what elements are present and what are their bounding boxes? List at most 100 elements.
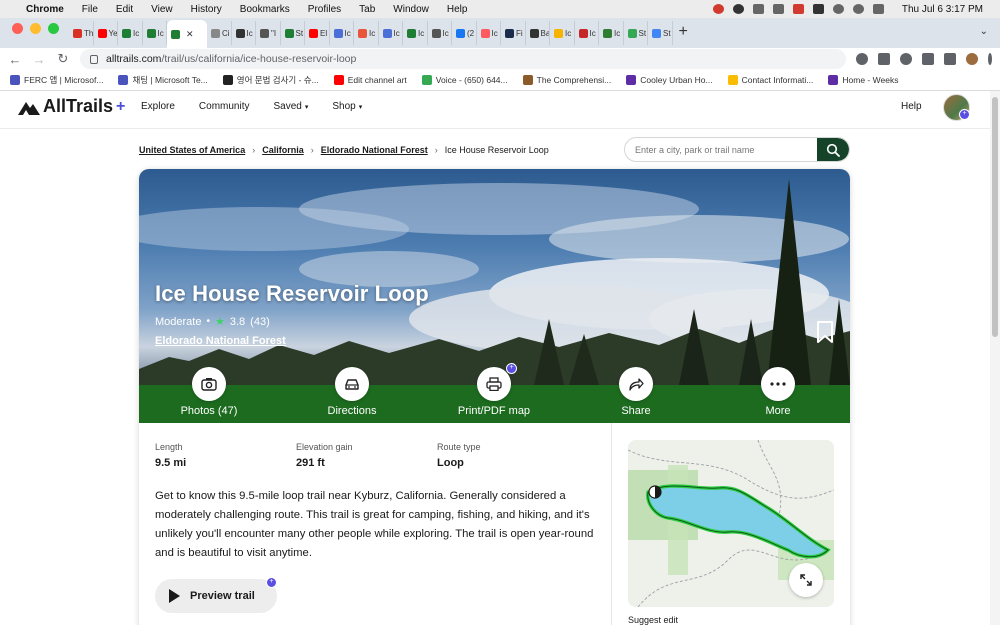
close-window-button[interactable] [12, 22, 23, 34]
bookmark-icon[interactable] [816, 321, 834, 343]
zoom-window-button[interactable] [48, 22, 59, 34]
new-tab-button[interactable]: + [679, 18, 688, 48]
print-map-action[interactable]: + Print/PDF map [439, 363, 549, 417]
browser-tab[interactable]: Fi [501, 21, 526, 45]
share-page-icon[interactable] [878, 53, 890, 65]
nav-shop[interactable]: Shop ▾ [332, 101, 362, 112]
browser-tab[interactable]: Ic [575, 21, 599, 45]
search-input[interactable] [635, 141, 815, 159]
extensions-icon[interactable] [922, 53, 934, 65]
tab-search-icon[interactable]: ⌄ [980, 18, 988, 48]
browser-tab[interactable]: Ye [94, 21, 118, 45]
bookmark-item[interactable]: Cooley Urban Ho... [626, 75, 713, 85]
browser-tab[interactable]: St [281, 21, 305, 45]
browser-tab[interactable]: (2 [452, 21, 477, 45]
tab-favicon-icon [382, 28, 392, 38]
breadcrumb-country[interactable]: United States of America [139, 145, 245, 155]
tab-label: Th [84, 28, 94, 38]
back-button[interactable]: ← [8, 52, 22, 67]
browser-tab[interactable]: El [305, 21, 330, 45]
browser-tab[interactable]: St [624, 21, 648, 45]
search-button[interactable] [817, 138, 849, 161]
browser-tab[interactable]: Ic [354, 21, 379, 45]
menu-clock[interactable]: Thu Jul 6 3:17 PM [893, 4, 992, 15]
nav-community[interactable]: Community [199, 101, 250, 112]
menu-tab[interactable]: Tab [350, 4, 384, 15]
bluetooth-icon[interactable] [772, 4, 784, 14]
reload-button[interactable]: ↻ [56, 51, 70, 67]
bookmark-item[interactable]: 채팅 | Microsoft Te... [118, 74, 208, 86]
menu-window[interactable]: Window [384, 4, 438, 15]
browser-tab[interactable]: Ic [428, 21, 452, 45]
tab-label: St [295, 28, 304, 38]
browser-tab[interactable]: Ic [599, 21, 624, 45]
lock-icon[interactable] [90, 54, 98, 64]
wifi-icon[interactable] [832, 4, 844, 14]
nav-explore[interactable]: Explore [141, 101, 175, 112]
spotlight-search-icon[interactable] [852, 4, 864, 14]
bookmark-item[interactable]: Home - Weeks [828, 75, 898, 85]
browser-tab[interactable]: Ic [403, 21, 428, 45]
alltrails-logo[interactable]: AllTrails + [18, 96, 125, 117]
chrome-menu-icon[interactable] [988, 53, 992, 65]
bookmark-item[interactable]: 영어 문법 검사기 - 슈... [222, 74, 319, 86]
browser-tab[interactable]: Th [69, 21, 94, 45]
language-flag-icon[interactable] [792, 4, 804, 14]
profile-avatar[interactable] [966, 53, 978, 65]
help-link[interactable]: Help [901, 101, 922, 112]
bookmark-star-icon[interactable] [900, 53, 912, 65]
scrollbar-thumb[interactable] [992, 97, 998, 337]
browser-tab[interactable]: Ic [232, 21, 256, 45]
browser-tab[interactable]: Ic [118, 21, 143, 45]
breadcrumb-park[interactable]: Eldorado National Forest [321, 145, 428, 155]
menu-help[interactable]: Help [438, 4, 477, 15]
address-bar[interactable]: alltrails.com/trail/us/california/ice-ho… [80, 49, 846, 69]
bookmark-item[interactable]: Edit channel art [333, 75, 407, 85]
menu-edit[interactable]: Edit [107, 4, 142, 15]
menu-profiles[interactable]: Profiles [299, 4, 350, 15]
page-scrollbar[interactable] [990, 91, 1000, 625]
browser-tab[interactable]: Ba [526, 21, 550, 45]
control-center-icon[interactable] [872, 4, 884, 14]
google-lens-icon[interactable] [856, 53, 868, 65]
browser-tab[interactable]: Ci [207, 21, 232, 45]
calendar-icon[interactable] [752, 4, 764, 14]
menu-bookmarks[interactable]: Bookmarks [231, 4, 299, 15]
more-action[interactable]: More [723, 367, 833, 417]
park-link[interactable]: Eldorado National Forest [155, 335, 286, 347]
side-panel-icon[interactable] [944, 53, 956, 65]
browser-tab[interactable]: Ic [379, 21, 403, 45]
screen-record-icon[interactable] [712, 4, 724, 14]
menu-app-name[interactable]: Chrome [22, 4, 73, 15]
minimize-window-button[interactable] [30, 22, 41, 34]
messenger-icon[interactable] [732, 4, 744, 14]
close-tab-icon[interactable]: ✕ [186, 29, 194, 40]
expand-map-button[interactable] [789, 563, 823, 597]
nav-saved[interactable]: Saved ▾ [273, 101, 308, 112]
trail-hero-photo[interactable]: Ice House Reservoir Loop Moderate • ★ 3.… [139, 169, 850, 423]
bookmark-item[interactable]: The Comprehensi... [522, 75, 611, 85]
browser-tab[interactable]: Ic [477, 21, 501, 45]
battery-icon[interactable] [812, 4, 824, 14]
menu-view[interactable]: View [142, 4, 182, 15]
bookmark-item[interactable]: Contact Informati... [727, 75, 813, 85]
tab-active[interactable]: ✕ [167, 20, 207, 48]
browser-tab[interactable]: Ic [143, 21, 167, 45]
breadcrumb-state[interactable]: California [262, 145, 304, 155]
elevation-value: 291 ft [296, 457, 325, 469]
browser-tab[interactable]: Ic [330, 21, 354, 45]
suggest-edit-link[interactable]: Suggest edit [628, 615, 678, 625]
bookmark-item[interactable]: Voice - (650) 644... [421, 75, 508, 85]
directions-action[interactable]: Directions [297, 367, 407, 417]
preview-trail-button[interactable]: Preview trail [155, 579, 277, 613]
menu-file[interactable]: File [73, 4, 107, 15]
share-action[interactable]: Share [581, 367, 691, 417]
forward-button[interactable]: → [32, 52, 46, 67]
menu-history[interactable]: History [182, 4, 231, 15]
bookmark-item[interactable]: FERC 앱 | Microsof... [10, 74, 103, 86]
review-count[interactable]: (43) [250, 316, 270, 328]
browser-tab[interactable]: Ic [550, 21, 575, 45]
browser-tab[interactable]: "I [256, 21, 281, 45]
photos-action[interactable]: Photos (47) [154, 367, 264, 417]
browser-tab[interactable]: St [648, 21, 673, 45]
